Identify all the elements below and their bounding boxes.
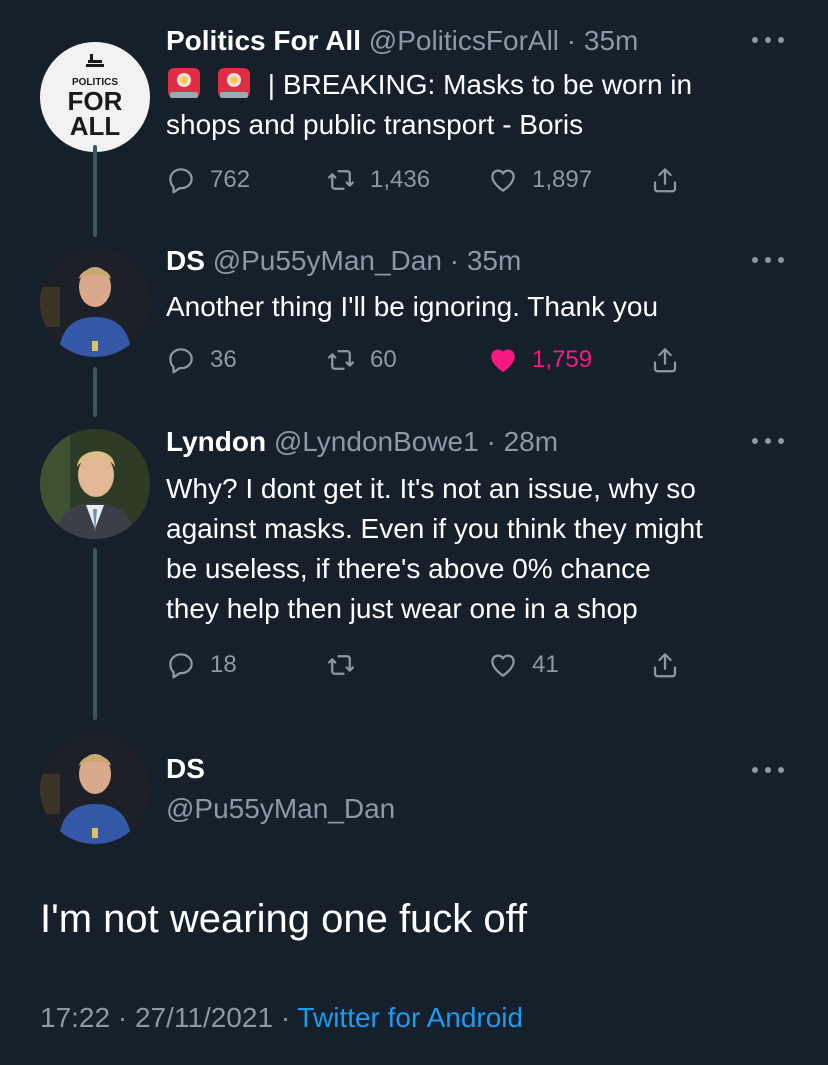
person-photo-icon bbox=[40, 429, 150, 539]
more-options-button[interactable] bbox=[752, 760, 784, 780]
retweet-count: 1,436 bbox=[370, 166, 431, 193]
thread-line bbox=[93, 548, 97, 720]
like-button[interactable]: 41 bbox=[488, 649, 559, 681]
person-photo-icon bbox=[40, 734, 150, 844]
reply-button[interactable]: 18 bbox=[166, 649, 237, 681]
user-handle[interactable]: @LyndonBowe1 bbox=[274, 426, 479, 457]
share-button[interactable] bbox=[650, 649, 694, 681]
reply-button[interactable]: 36 bbox=[166, 344, 237, 376]
tweet-date[interactable]: 27/11/2021 bbox=[135, 1002, 273, 1033]
retweet-icon bbox=[328, 350, 354, 370]
display-name[interactable]: Politics For All bbox=[166, 25, 361, 56]
tweet-header: DS @Pu55yMan_Dan bbox=[166, 752, 395, 826]
share-button[interactable] bbox=[650, 344, 694, 376]
tweet-source-link[interactable]: Twitter for Android bbox=[297, 1002, 523, 1033]
retweet-button[interactable]: 60 bbox=[326, 344, 397, 376]
tweet-time[interactable]: 35m bbox=[467, 245, 521, 276]
share-icon bbox=[653, 168, 677, 193]
reply-icon bbox=[169, 168, 193, 194]
tweet-header: Politics For All @PoliticsForAll · 35m bbox=[166, 25, 639, 56]
tweet-time[interactable]: 35m bbox=[584, 25, 638, 56]
police-light-emoji-icon bbox=[168, 68, 200, 98]
police-light-emoji-icon bbox=[218, 68, 250, 98]
like-count: 41 bbox=[532, 651, 559, 678]
avatar-ds[interactable] bbox=[40, 734, 150, 844]
reply-icon bbox=[169, 653, 193, 679]
display-name[interactable]: DS bbox=[166, 752, 395, 786]
thread-line bbox=[93, 367, 97, 417]
person-photo-icon bbox=[40, 247, 150, 357]
politicsforall-logo-icon: POLITICS FOR ALL bbox=[68, 54, 123, 141]
share-icon bbox=[653, 348, 677, 373]
reply-count: 762 bbox=[210, 166, 251, 193]
reply-count: 36 bbox=[210, 346, 237, 373]
display-name[interactable]: Lyndon bbox=[166, 426, 266, 457]
retweet-button[interactable] bbox=[326, 649, 370, 681]
retweet-icon bbox=[328, 655, 354, 675]
avatar-lyndon[interactable] bbox=[40, 429, 150, 539]
retweet-count: 60 bbox=[370, 346, 397, 373]
reply-button[interactable]: 762 bbox=[166, 164, 250, 196]
user-handle[interactable]: @Pu55yMan_Dan bbox=[213, 245, 442, 276]
tweet-text: Another thing I'll be ignoring. Thank yo… bbox=[166, 291, 659, 322]
focused-tweet-text: I'm not wearing one fuck off bbox=[40, 897, 528, 941]
more-options-button[interactable] bbox=[752, 250, 784, 270]
reply-count: 18 bbox=[210, 651, 237, 678]
tweet-text: Why? I dont get it. It's not an issue, w… bbox=[166, 473, 703, 624]
heart-icon bbox=[491, 169, 515, 192]
retweet-button[interactable]: 1,436 bbox=[326, 164, 430, 196]
tweet-actions: 18 41 bbox=[166, 649, 706, 681]
like-count: 1,897 bbox=[532, 166, 593, 193]
user-handle[interactable]: @PoliticsForAll bbox=[369, 25, 559, 56]
tweet-header: DS @Pu55yMan_Dan · 35m bbox=[166, 245, 522, 276]
share-icon bbox=[653, 653, 677, 678]
heart-icon bbox=[491, 654, 515, 677]
like-button[interactable]: 1,759 bbox=[488, 344, 592, 376]
tweet-header: Lyndon @LyndonBowe1 · 28m bbox=[166, 426, 559, 457]
heart-filled-icon bbox=[491, 349, 515, 372]
user-handle[interactable]: @Pu55yMan_Dan bbox=[166, 792, 395, 826]
tweet-meta: 17:22 · 27/11/2021 · Twitter for Android bbox=[40, 1002, 524, 1033]
tweet-text: | BREAKING: Masks to be worn in shops an… bbox=[166, 64, 786, 145]
like-count: 1,759 bbox=[532, 346, 593, 373]
more-options-button[interactable] bbox=[752, 431, 784, 451]
avatar-ds[interactable] bbox=[40, 247, 150, 357]
avatar-politicsforall[interactable]: POLITICS FOR ALL bbox=[40, 42, 150, 152]
tweet-actions: 36 60 1,759 bbox=[166, 344, 706, 376]
retweet-icon bbox=[328, 170, 354, 190]
tweet-actions: 762 1,436 1,897 bbox=[166, 164, 706, 196]
thread-line bbox=[93, 145, 97, 237]
display-name[interactable]: DS bbox=[166, 245, 205, 276]
svg-text:ALL: ALL bbox=[70, 111, 121, 141]
share-button[interactable] bbox=[650, 164, 694, 196]
more-options-button[interactable] bbox=[752, 30, 784, 50]
reply-icon bbox=[169, 348, 193, 374]
like-button[interactable]: 1,897 bbox=[488, 164, 592, 196]
tweet-timestamp[interactable]: 17:22 bbox=[40, 1002, 110, 1033]
tweet-time[interactable]: 28m bbox=[504, 426, 558, 457]
